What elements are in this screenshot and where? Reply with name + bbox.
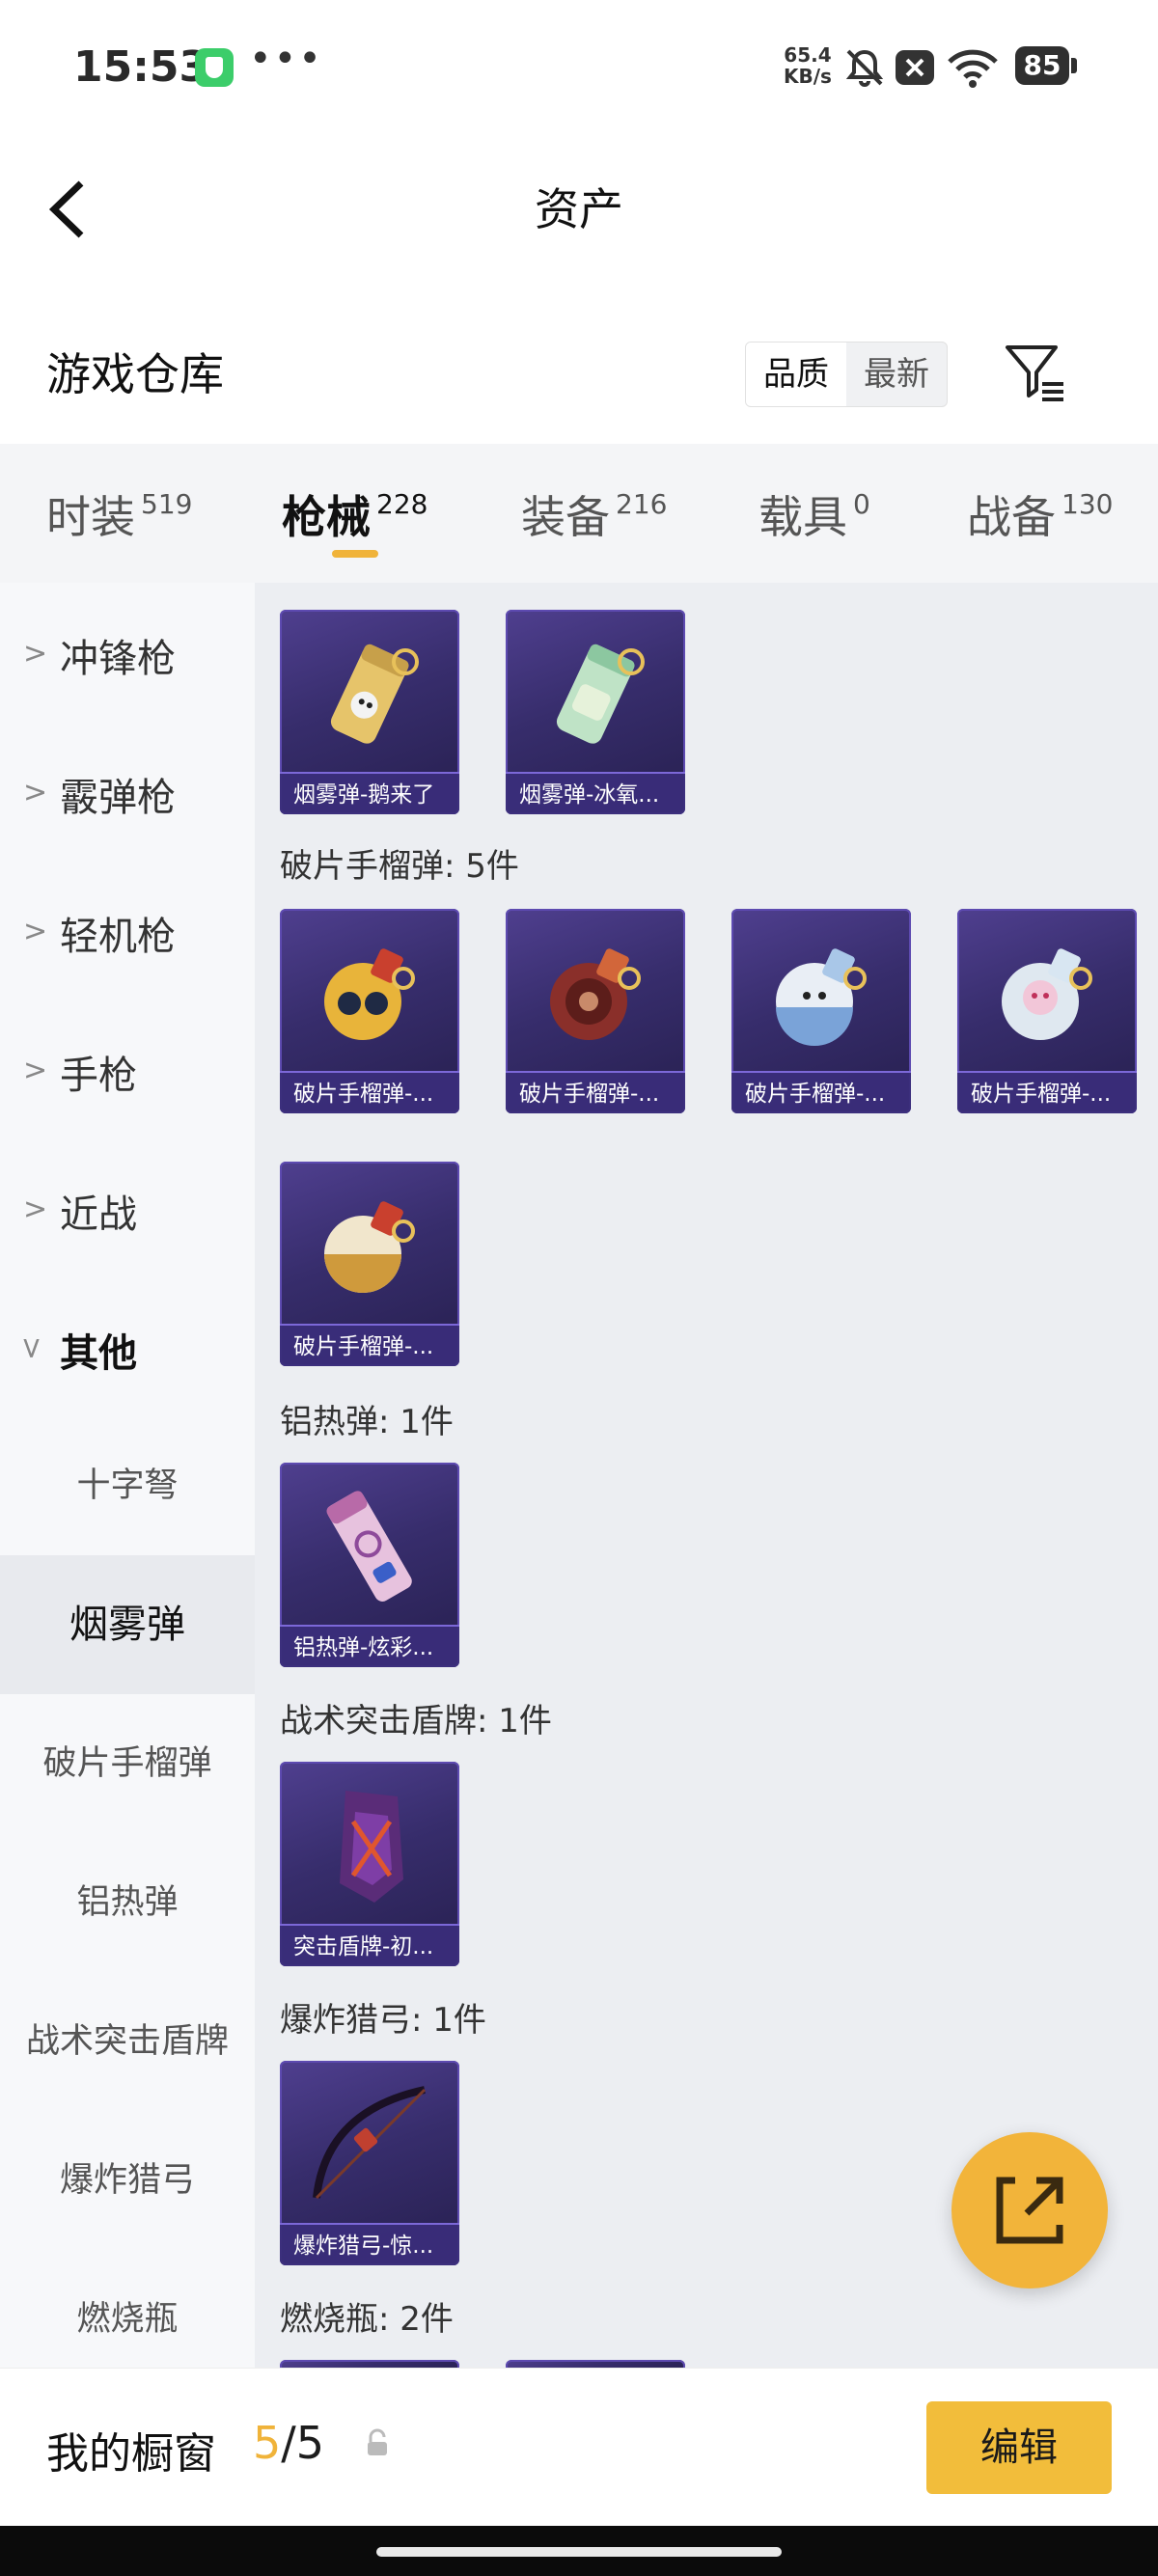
item-card[interactable]: 爆炸猎弓-惊... bbox=[280, 2061, 459, 2265]
showcase-count: 5/5 bbox=[253, 2417, 325, 2469]
item-name: 破片手榴弹-... bbox=[731, 1071, 911, 1113]
item-card[interactable]: 铝热弹-炫彩... bbox=[280, 1463, 459, 1667]
section-label-bow: 爆炸猎弓: 1件 bbox=[280, 2001, 486, 2040]
item-card[interactable]: 突击盾牌-初... bbox=[280, 1762, 459, 1966]
sidebar-subitem-thermite[interactable]: 铝热弹 bbox=[0, 1833, 255, 1972]
filter-icon[interactable] bbox=[1004, 342, 1067, 405]
sidebar-item-lmg[interactable]: > 轻机枪 bbox=[0, 861, 255, 1000]
frag-grenade-icon bbox=[550, 948, 641, 1040]
tab-equipment[interactable]: 装备 216 bbox=[521, 482, 667, 546]
tab-weapons[interactable]: 枪械 228 bbox=[282, 482, 427, 546]
sidebar-subitem-frag[interactable]: 破片手榴弹 bbox=[0, 1694, 255, 1833]
item-name: 烟雾弹-冰氧... bbox=[506, 772, 685, 814]
close-box-icon bbox=[896, 50, 934, 85]
repo-title: 游戏仓库 bbox=[46, 348, 224, 400]
sidebar-item-melee[interactable]: > 近战 bbox=[0, 1138, 255, 1277]
edit-button[interactable]: 编辑 bbox=[926, 2401, 1112, 2494]
item-card[interactable]: 破片手榴弹-... bbox=[280, 909, 459, 1113]
shield-icon bbox=[195, 48, 234, 87]
item-card[interactable]: 破片手榴弹-... bbox=[957, 909, 1137, 1113]
item-card[interactable]: 破片手榴弹-... bbox=[506, 909, 685, 1113]
chevron-right-icon: > bbox=[23, 1192, 48, 1226]
item-card[interactable]: 破片手榴弹-... bbox=[280, 1162, 459, 1366]
section-label-shield: 战术突击盾牌: 1件 bbox=[280, 1702, 552, 1740]
thermite-icon bbox=[326, 1491, 412, 1602]
share-button[interactable] bbox=[951, 2132, 1108, 2288]
item-card[interactable]: 烟雾弹-鹅来了 bbox=[280, 610, 459, 814]
item-card[interactable] bbox=[280, 2360, 459, 2368]
bow-icon bbox=[313, 2086, 427, 2200]
page-title: 资产 bbox=[535, 183, 623, 235]
frag-grenade-icon bbox=[776, 948, 867, 1046]
frag-grenade-icon bbox=[324, 1201, 415, 1293]
sidebar-item-smg[interactable]: > 冲锋枪 bbox=[0, 583, 255, 722]
wifi-icon bbox=[948, 49, 998, 88]
sidebar-subitem-bow[interactable]: 爆炸猎弓 bbox=[0, 2111, 255, 2250]
chevron-right-icon: > bbox=[23, 1054, 48, 1087]
tab-vehicles[interactable]: 载具 0 bbox=[758, 482, 870, 546]
tab-fashion[interactable]: 时装 519 bbox=[46, 482, 192, 546]
item-name: 破片手榴弹-... bbox=[280, 1071, 459, 1113]
sidebar-item-other[interactable]: > 其他 bbox=[0, 1277, 255, 1416]
clock: 15:53 bbox=[73, 42, 209, 92]
sidebar: > 冲锋枪 > 霰弹枪 > 轻机枪 > 手枪 > 近战 > 其他 十字弩 烟雾弹 破片手榴弹… bbox=[0, 583, 255, 2368]
frag-grenade-icon bbox=[1002, 948, 1092, 1040]
frag-grenade-icon bbox=[324, 948, 415, 1040]
active-tab-indicator bbox=[332, 550, 378, 558]
system-nav-bar bbox=[0, 2526, 1158, 2576]
item-name: 破片手榴弹-... bbox=[506, 1071, 685, 1113]
sidebar-item-shotgun[interactable]: > 霰弹枪 bbox=[0, 722, 255, 861]
section-label-molotov: 燃烧瓶: 2件 bbox=[280, 2300, 454, 2339]
chevron-down-icon: > bbox=[14, 1335, 49, 1361]
item-card[interactable]: 破片手榴弹-... bbox=[731, 909, 911, 1113]
item-card[interactable] bbox=[506, 2360, 685, 2368]
smoke-grenade-icon bbox=[556, 644, 645, 744]
sidebar-subitem-shield[interactable]: 战术突击盾牌 bbox=[0, 1972, 255, 2111]
sort-toggle: 品质 最新 bbox=[745, 342, 948, 407]
item-name: 突击盾牌-初... bbox=[280, 1924, 459, 1966]
item-name: 破片手榴弹-... bbox=[957, 1071, 1137, 1113]
item-card[interactable]: 烟雾弹-冰氧... bbox=[506, 610, 685, 814]
home-indicator[interactable] bbox=[376, 2547, 782, 2557]
more-icon: ••• bbox=[249, 37, 323, 81]
net-speed-value: 65.4 bbox=[784, 43, 832, 67]
lock-icon bbox=[368, 2428, 387, 2455]
sidebar-item-pistol[interactable]: > 手枪 bbox=[0, 1000, 255, 1138]
sidebar-subitem-smoke[interactable]: 烟雾弹 bbox=[0, 1555, 255, 1694]
sort-quality-button[interactable]: 品质 bbox=[746, 343, 846, 406]
chevron-right-icon: > bbox=[23, 915, 48, 948]
category-tabs: 时装 519 枪械 228 装备 216 载具 0 战备 130 bbox=[0, 444, 1158, 583]
battery-icon: 85 bbox=[1015, 46, 1077, 85]
item-name: 爆炸猎弓-惊... bbox=[280, 2223, 459, 2265]
showcase-bar: 我的橱窗 5/5 编辑 bbox=[0, 2368, 1158, 2527]
status-bar: 15:53 ••• 65.4 KB/s 85 bbox=[0, 0, 1158, 145]
tab-supplies[interactable]: 战备 130 bbox=[967, 482, 1113, 546]
item-name: 破片手榴弹-... bbox=[280, 1324, 459, 1366]
item-grid: 烟雾弹-鹅来了 烟雾弹-冰氧... 破片手榴弹: 5件 破片手榴弹-... 破片… bbox=[255, 583, 1158, 2368]
section-label-frag: 破片手榴弹: 5件 bbox=[280, 847, 519, 886]
sidebar-subitem-crossbow[interactable]: 十字弩 bbox=[0, 1416, 255, 1555]
net-speed-unit: KB/s bbox=[784, 65, 832, 88]
smoke-grenade-icon bbox=[330, 644, 419, 744]
shield-item-icon bbox=[340, 1791, 403, 1903]
item-name: 铝热弹-炫彩... bbox=[280, 1625, 459, 1667]
sort-newest-button[interactable]: 最新 bbox=[846, 343, 947, 406]
showcase-label: 我的橱窗 bbox=[46, 2429, 216, 2479]
item-name: 烟雾弹-鹅来了 bbox=[280, 772, 459, 814]
section-label-thermite: 铝热弹: 1件 bbox=[280, 1403, 454, 1441]
chevron-right-icon: > bbox=[23, 637, 48, 671]
chevron-right-icon: > bbox=[23, 776, 48, 809]
net-speed: 65.4 KB/s bbox=[784, 44, 832, 87]
share-icon bbox=[996, 2177, 1063, 2244]
mute-icon bbox=[845, 49, 884, 87]
